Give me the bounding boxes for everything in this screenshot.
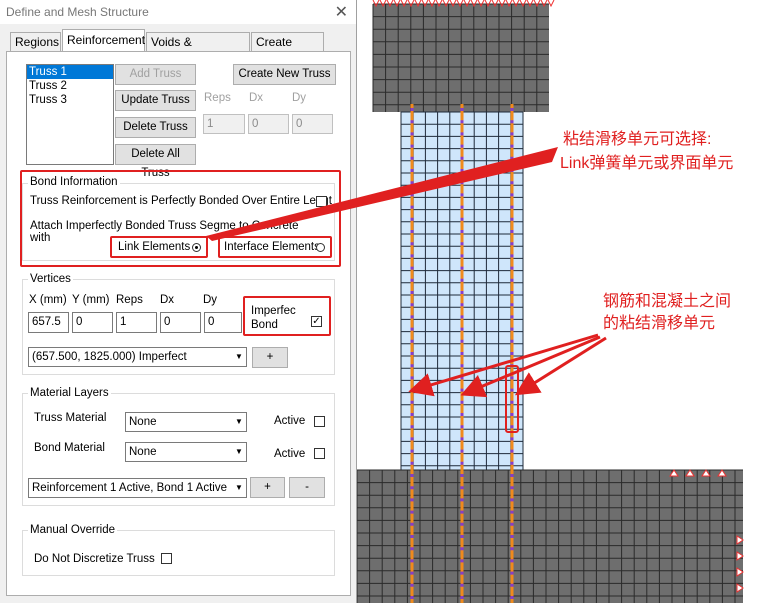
bond-slip-annotation-2: Link弹簧单元或界面单元 <box>560 155 734 172</box>
truss-list-item[interactable]: Truss 2 <box>27 79 113 93</box>
truss-active-label: Active <box>274 415 306 427</box>
material-layer-select[interactable]: Reinforcement 1 Active, Bond 1 Active ▼ <box>28 478 247 498</box>
y-label: Y (mm) <box>72 294 110 306</box>
dx-label: Dx <box>249 92 264 104</box>
vertex-dy-field[interactable]: 0 <box>204 312 242 333</box>
delete-truss-button[interactable]: Delete Truss <box>115 117 196 138</box>
truss-list[interactable]: Truss 1 Truss 2 Truss 3 <box>26 64 114 165</box>
do-not-discretize-label: Do Not Discretize Truss <box>34 553 155 565</box>
link-elements-highlight <box>110 236 208 258</box>
manual-override-label: Manual Override <box>28 524 118 536</box>
truss-list-item[interactable]: Truss 3 <box>27 93 113 107</box>
tab-regions[interactable]: Regions <box>10 32 61 52</box>
bond-material-value: None <box>129 446 157 458</box>
vertex-y-field[interactable]: 0 <box>72 312 113 333</box>
vertex-select[interactable]: (657.500, 1825.000) Imperfect ▼ <box>28 347 247 367</box>
vertex-dx-field[interactable]: 0 <box>160 312 201 333</box>
bond-material-select[interactable]: None ▼ <box>125 442 247 462</box>
add-layer-button[interactable]: + <box>250 477 285 498</box>
truss-material-value: None <box>129 416 157 428</box>
tab-voids-constraints[interactable]: Voids & Constraints <box>146 32 250 67</box>
steel-concrete-annotation-1: 钢筋和混凝土之间 <box>603 293 732 310</box>
truss-material-label: Truss Material <box>34 412 107 424</box>
bond-active-label: Active <box>274 448 306 460</box>
add-vertex-button[interactable]: + <box>252 347 288 368</box>
do-not-discretize-checkbox[interactable] <box>161 553 172 564</box>
chevron-down-icon: ▼ <box>235 352 243 361</box>
truss-dx-field[interactable]: 0 <box>248 114 289 134</box>
define-mesh-dialog: Define and Mesh Structure ✕ Regions Rein… <box>0 0 357 603</box>
imperfect-bond-highlight <box>243 296 331 336</box>
vertex-dy-label: Dy <box>203 294 218 306</box>
dy-label: Dy <box>292 92 307 104</box>
vertex-dx-label: Dx <box>160 294 175 306</box>
chevron-down-icon: ▼ <box>235 447 243 456</box>
tab-create-mesh[interactable]: Create Mesh <box>251 32 324 67</box>
update-truss-button[interactable]: Update Truss <box>115 90 196 111</box>
vertices-label: Vertices <box>28 273 73 285</box>
vertex-select-value: (657.500, 1825.000) Imperfect <box>32 351 187 363</box>
truss-material-select[interactable]: None ▼ <box>125 412 247 432</box>
truss-active-checkbox[interactable] <box>314 416 325 427</box>
title-bar: Define and Mesh Structure ✕ <box>0 0 356 24</box>
vertex-x-field[interactable]: 657.5 <box>28 312 69 333</box>
bond-material-label: Bond Material <box>34 442 105 454</box>
vertex-reps-field[interactable]: 1 <box>116 312 157 333</box>
reps-label: Reps <box>204 92 231 104</box>
remove-layer-button[interactable]: - <box>289 477 325 498</box>
bond-slip-annotation-1: 粘结滑移单元可选择: <box>563 131 712 148</box>
create-new-truss-button[interactable]: Create New Truss <box>233 64 336 85</box>
vertex-reps-label: Reps <box>116 294 143 306</box>
material-layer-value: Reinforcement 1 Active, Bond 1 Active <box>32 482 227 494</box>
chevron-down-icon: ▼ <box>235 483 243 492</box>
truss-dy-field[interactable]: 0 <box>292 114 333 134</box>
material-layers-label: Material Layers <box>28 387 111 399</box>
add-truss-button[interactable]: Add Truss <box>115 64 196 85</box>
x-label: X (mm) <box>29 294 67 306</box>
chevron-down-icon: ▼ <box>235 417 243 426</box>
window-title: Define and Mesh Structure <box>6 5 149 19</box>
steel-concrete-annotation-2: 的粘结滑移单元 <box>603 315 716 332</box>
close-icon[interactable]: ✕ <box>335 2 348 22</box>
truss-list-item[interactable]: Truss 1 <box>27 65 113 79</box>
truss-reps-field[interactable]: 1 <box>203 114 245 134</box>
tab-reinforcement[interactable]: Reinforcement <box>62 29 145 52</box>
delete-all-truss-button[interactable]: Delete All Truss <box>115 144 196 179</box>
bond-active-checkbox[interactable] <box>314 448 325 459</box>
interface-elements-highlight <box>218 236 332 258</box>
